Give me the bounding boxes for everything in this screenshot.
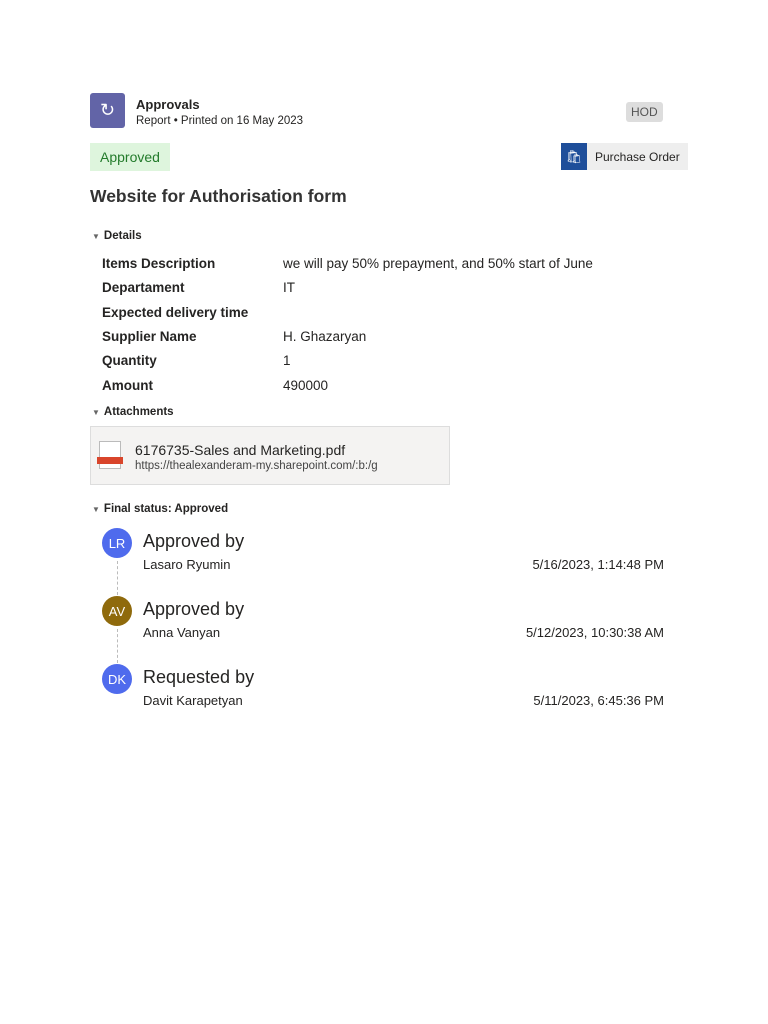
step-person: Davit Karapetyan [143, 693, 243, 708]
step-timestamp: 5/12/2023, 10:30:38 AM [525, 625, 664, 640]
attachments-heading: Attachments [103, 406, 174, 418]
attachment-name: 6176735-Sales and Marketing.pdf [135, 442, 346, 458]
timeline-connector [117, 561, 118, 595]
approvals-app-icon: ↻ [90, 93, 125, 128]
step-person: Anna Vanyan [143, 625, 221, 640]
detail-label: Departament [102, 280, 185, 296]
detail-value: IT [283, 280, 295, 296]
attachment-url[interactable]: https://thealexanderam-my.sharepoint.com… [135, 460, 378, 472]
detail-value: 490000 [283, 377, 329, 393]
report-page: ↻ Approvals Report • Printed on 16 May 2… [0, 0, 768, 1024]
pdf-file-icon [97, 441, 123, 469]
detail-value: we will pay 50% prepayment, and 50% star… [283, 256, 593, 271]
final-status-heading: Final status: Approved [103, 503, 229, 515]
caret-down-icon: ▼ [92, 505, 100, 514]
details-heading: Details [103, 230, 142, 242]
step-timestamp: 5/11/2023, 6:45:36 PM [533, 693, 664, 708]
timeline-connector [117, 629, 118, 663]
detail-label: Supplier Name [102, 328, 197, 344]
avatar: LR [102, 528, 132, 558]
detail-value: 1 [283, 353, 291, 369]
detail-label: Amount [102, 377, 153, 393]
app-title: Approvals [136, 97, 200, 112]
detail-label: Items Description [102, 256, 216, 271]
page-title: Website for Authorisation form [90, 186, 347, 206]
shopping-bag-icon: 🛍 [561, 143, 587, 170]
step-action: Approved by [143, 531, 245, 551]
caret-down-icon: ▼ [92, 232, 100, 241]
detail-label: Expected delivery time [102, 304, 249, 320]
avatar: AV [102, 596, 132, 626]
avatar: DK [102, 664, 132, 694]
attachment-card[interactable]: 6176735-Sales and Marketing.pdf https://… [90, 426, 450, 485]
attachments-section-toggle[interactable]: ▼ Attachments [92, 406, 174, 418]
template-badge: 🛍 Purchase Order [561, 143, 688, 170]
step-action: Requested by [143, 667, 255, 687]
tag-badge: HOD [626, 102, 663, 122]
caret-down-icon: ▼ [92, 408, 100, 417]
detail-value: H. Ghazaryan [283, 328, 367, 344]
report-subtitle: Report • Printed on 16 May 2023 [136, 115, 304, 127]
final-status-section-toggle[interactable]: ▼ Final status: Approved [92, 503, 228, 515]
detail-label: Quantity [102, 353, 157, 369]
step-person: Lasaro Ryumin [143, 557, 231, 572]
step-timestamp: 5/16/2023, 1:14:48 PM [532, 557, 664, 572]
template-label: Purchase Order [595, 149, 680, 164]
details-section-toggle[interactable]: ▼ Details [92, 230, 142, 242]
status-badge: Approved [90, 143, 170, 171]
step-action: Approved by [143, 599, 245, 619]
